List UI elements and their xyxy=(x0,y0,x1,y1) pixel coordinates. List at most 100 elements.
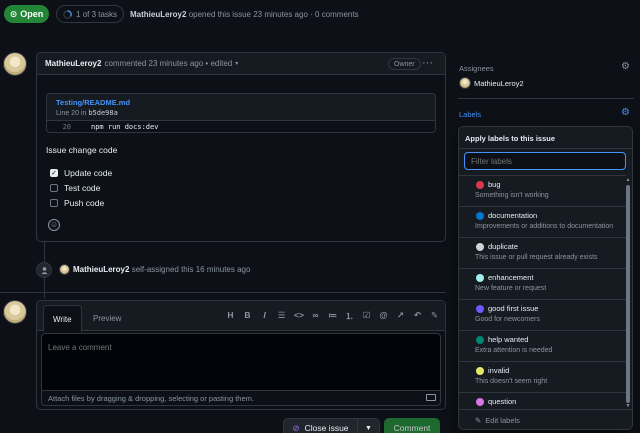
edit-labels-link[interactable]: ✎ Edit labels xyxy=(459,409,632,429)
task-progress-label: 1 of 3 tasks xyxy=(76,9,117,19)
edit-labels-label: Edit labels xyxy=(485,416,520,425)
issue-author-link[interactable]: MathieuLeroy2 xyxy=(130,10,186,19)
code-permalink: Testing/README.md Line 20 in b5de98a 20 … xyxy=(46,93,436,133)
close-options-dropdown[interactable]: ▼ xyxy=(358,418,380,433)
link-icon[interactable]: ∞ xyxy=(311,310,320,322)
scroll-up-icon[interactable]: ▲ xyxy=(625,177,631,183)
close-issue-button[interactable]: ⊘ Close issue xyxy=(283,418,358,433)
reply-icon[interactable]: ↶ xyxy=(413,310,422,322)
label-name: bug xyxy=(488,180,501,189)
label-color-dot xyxy=(476,181,484,189)
markdown-icon xyxy=(426,394,436,401)
kebab-horizontal-icon[interactable]: ··· xyxy=(422,57,433,69)
assignee-name[interactable]: MathieuLeroy2 xyxy=(474,79,524,88)
label-description: Improvements or additions to documentati… xyxy=(475,223,614,230)
tab-write[interactable]: Write xyxy=(43,305,82,332)
label-item-question[interactable]: question xyxy=(459,393,626,407)
label-item-duplicate[interactable]: duplicate This issue or pull request alr… xyxy=(459,238,626,269)
line-number: 20 xyxy=(62,123,71,131)
label-color-dot xyxy=(476,243,484,251)
avatar[interactable] xyxy=(3,52,27,76)
cross-reference-icon[interactable]: ↗ xyxy=(396,310,405,322)
issue-body-comment: MathieuLeroy2 commented 23 minutes ago •… xyxy=(36,52,446,242)
labels-heading[interactable]: Labels xyxy=(459,110,481,119)
label-name: enhancement xyxy=(488,273,534,282)
labels-scrollbar[interactable]: ▲ ▼ xyxy=(625,177,631,409)
comment-tabs: Write Preview H B I ☰ <> ∞ ≔ ⒈ ☑ @ ↗ ↶ ✎ xyxy=(37,301,445,332)
triangle-down-icon: ▼ xyxy=(365,424,372,432)
attach-files-bar[interactable]: Attach files by dragging & dropping, sel… xyxy=(41,390,441,406)
task-item: ✓ Update code xyxy=(50,168,112,178)
progress-ring-icon xyxy=(63,9,72,19)
issue-closed-icon: ⊘ xyxy=(292,422,300,433)
close-issue-label: Close issue xyxy=(304,423,349,433)
comment-button[interactable]: Comment xyxy=(384,418,440,433)
filter-labels-input[interactable] xyxy=(464,152,626,170)
issue-state-label: Open xyxy=(20,9,44,19)
comment-body-text: Issue change code xyxy=(46,145,118,155)
label-description: This issue or pull request already exist… xyxy=(475,254,598,261)
label-item-bug[interactable]: bug Something isn't working xyxy=(459,176,626,207)
edit-icon[interactable]: ✎ xyxy=(430,310,439,322)
event-text: self-assigned this 16 minutes ago xyxy=(131,265,251,274)
task-checkbox[interactable] xyxy=(50,184,58,192)
scroll-thumb[interactable] xyxy=(626,185,630,403)
quote-icon[interactable]: ☰ xyxy=(277,310,286,322)
bulleted-list-icon[interactable]: ≔ xyxy=(328,310,337,322)
comment-textarea[interactable] xyxy=(41,333,441,391)
issue-meta: MathieuLeroy2 opened this issue 23 minut… xyxy=(130,10,359,19)
italic-icon[interactable]: I xyxy=(260,310,269,322)
task-label: Update code xyxy=(64,168,113,178)
commit-link[interactable]: b5de98a xyxy=(88,109,118,117)
label-color-dot xyxy=(476,367,484,375)
label-item-enhancement[interactable]: enhancement New feature or request xyxy=(459,269,626,300)
label-name: good first issue xyxy=(488,304,539,313)
label-name: help wanted xyxy=(488,335,529,344)
task-progress[interactable]: 1 of 3 tasks xyxy=(56,5,124,23)
label-item-help-wanted[interactable]: help wanted Extra attention is needed xyxy=(459,331,626,362)
avatar[interactable] xyxy=(59,264,70,275)
label-color-dot xyxy=(476,398,484,406)
label-description: This doesn't seem right xyxy=(475,378,548,385)
avatar xyxy=(3,300,27,324)
task-checkbox[interactable] xyxy=(50,199,58,207)
task-list-icon[interactable]: ☑ xyxy=(362,310,371,322)
comment-meta[interactable]: commented 23 minutes ago • edited xyxy=(104,59,232,68)
label-description: Extra attention is needed xyxy=(475,347,553,354)
label-description: Good for newcomers xyxy=(475,316,540,323)
assign-event: MathieuLeroy2 self-assigned this 16 minu… xyxy=(73,265,250,274)
tab-preview[interactable]: Preview xyxy=(84,305,130,331)
task-item: Test code xyxy=(50,183,100,193)
new-comment-form: Write Preview H B I ☰ <> ∞ ≔ ⒈ ☑ @ ↗ ↶ ✎… xyxy=(36,300,446,410)
avatar[interactable] xyxy=(459,77,471,89)
label-item-good-first-issue[interactable]: good first issue Good for newcomers xyxy=(459,300,626,331)
labels-list: bug Something isn't working documentatio… xyxy=(459,175,626,407)
numbered-list-icon[interactable]: ⒈ xyxy=(345,310,354,322)
code-text: npm run docs:dev xyxy=(91,123,159,131)
label-name: question xyxy=(488,397,517,406)
heading-icon[interactable]: H xyxy=(226,310,235,322)
assignees-heading: Assignees xyxy=(459,64,494,73)
person-icon xyxy=(36,262,52,278)
add-reaction-icon[interactable]: ☺ xyxy=(48,219,60,231)
comment-author-link[interactable]: MathieuLeroy2 xyxy=(45,59,101,68)
label-item-invalid[interactable]: invalid This doesn't seem right xyxy=(459,362,626,393)
timeline-divider xyxy=(0,292,446,293)
chevron-down-icon[interactable]: ▾ xyxy=(235,60,238,67)
event-user-link[interactable]: MathieuLeroy2 xyxy=(73,265,129,274)
label-item-documentation[interactable]: documentation Improvements or additions … xyxy=(459,207,626,238)
code-icon[interactable]: <> xyxy=(294,310,304,322)
label-name: invalid xyxy=(488,366,510,375)
code-file-link[interactable]: Testing/README.md xyxy=(56,98,426,107)
task-label: Test code xyxy=(64,183,101,193)
bold-icon[interactable]: B xyxy=(243,310,252,322)
gear-icon[interactable]: ⚙ xyxy=(621,61,630,72)
task-checkbox[interactable]: ✓ xyxy=(50,169,58,177)
mention-icon[interactable]: @ xyxy=(379,310,388,322)
label-color-dot xyxy=(476,336,484,344)
gear-icon[interactable]: ⚙ xyxy=(621,107,630,118)
issue-opened-text: opened this issue 23 minutes ago · 0 com… xyxy=(188,10,359,19)
attach-text: Attach files by dragging & dropping, sel… xyxy=(48,394,254,403)
label-name: duplicate xyxy=(488,242,519,251)
comment-header: MathieuLeroy2 commented 23 minutes ago •… xyxy=(37,53,445,75)
